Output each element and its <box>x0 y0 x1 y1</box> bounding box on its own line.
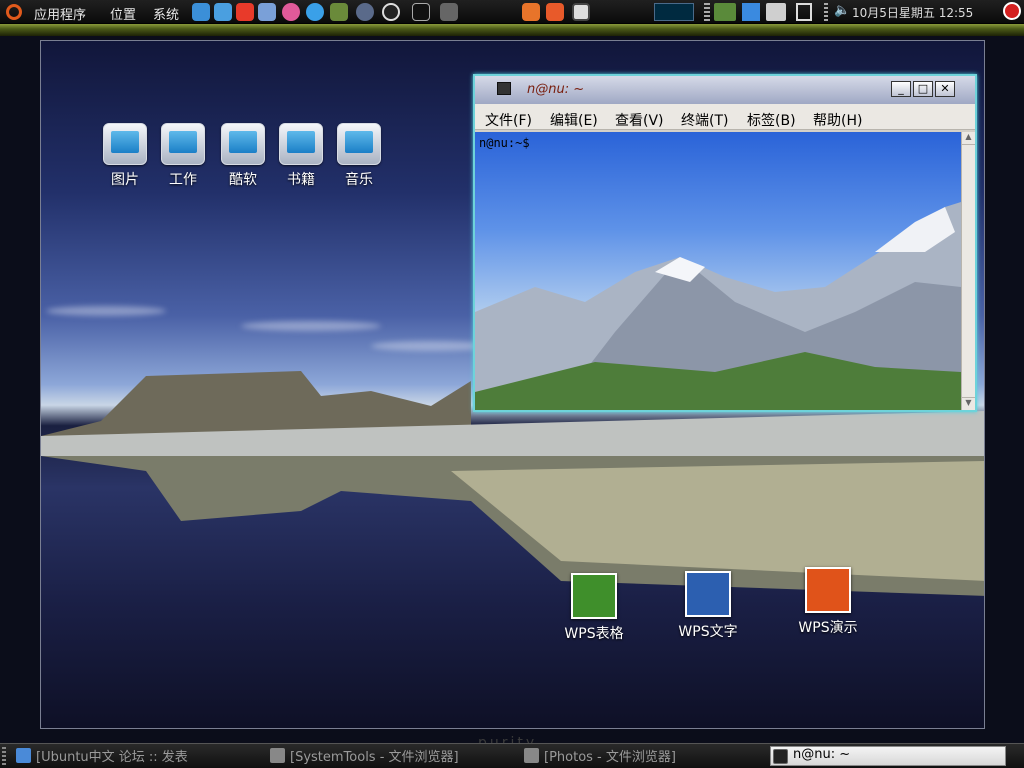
taskbar-item-forum[interactable]: [Ubuntu中文 论坛 :: 发表 <box>14 746 252 766</box>
terminal-window[interactable]: n@nu: ~ _ □ ✕ 文件(F) 编辑(E) 查看(V) 终端(T) 标签… <box>473 74 977 412</box>
menu-view[interactable]: 查看(V) <box>615 110 664 130</box>
wps-writer-shortcut[interactable]: WPS文字 <box>663 571 753 641</box>
folder-icon <box>221 123 265 165</box>
folder-software[interactable]: 酷软 <box>213 123 273 189</box>
top-panel: 应用程序 位置 系统 🔈 10月5日星期五 12:55 <box>0 0 1024 24</box>
shortcut-label: WPS演示 <box>798 620 858 636</box>
clock[interactable]: 10月5日星期五 12:55 <box>852 4 973 21</box>
show-desktop-icon[interactable] <box>796 3 812 21</box>
menu-terminal[interactable]: 终端(T) <box>681 110 728 130</box>
terminal-launcher-icon[interactable] <box>412 3 430 21</box>
window-title: n@nu: ~ <box>527 82 585 97</box>
taskbar-item-terminal[interactable]: n@nu: ~ <box>770 746 1006 766</box>
taskbar-item-label: [Photos - 文件浏览器] <box>544 750 676 765</box>
thunderbird-launcher-icon[interactable] <box>192 3 210 21</box>
menu-places[interactable]: 位置 <box>110 4 136 23</box>
wps-presentation-icon <box>805 567 851 613</box>
flag-icon[interactable] <box>742 3 760 21</box>
notes-launcher-icon[interactable] <box>522 3 540 21</box>
folder-pictures[interactable]: 图片 <box>95 123 155 189</box>
folder-label: 书籍 <box>287 172 315 188</box>
taskbar-item-label: [Ubuntu中文 论坛 :: 发表 <box>36 750 188 765</box>
menu-help[interactable]: 帮助(H) <box>813 110 862 130</box>
folder-work[interactable]: 工作 <box>153 123 213 189</box>
wps-presentation-shortcut[interactable]: WPS演示 <box>783 567 873 637</box>
taskbar-item-photos[interactable]: [Photos - 文件浏览器] <box>522 746 766 766</box>
cloud <box>46 306 166 316</box>
drag-handle-icon[interactable] <box>824 3 828 21</box>
maximize-button[interactable]: □ <box>913 81 933 97</box>
browser-icon <box>16 748 31 763</box>
menu-file[interactable]: 文件(F) <box>485 110 532 130</box>
folder-icon <box>103 123 147 165</box>
folder-icon <box>161 123 205 165</box>
shell-prompt: n@nu:~$ <box>479 136 530 150</box>
folder-launcher-icon[interactable] <box>546 3 564 21</box>
terminal-menubar: 文件(F) 编辑(E) 查看(V) 终端(T) 标签(B) 帮助(H) <box>475 104 975 130</box>
cloud <box>241 321 381 331</box>
search-launcher-icon[interactable] <box>382 3 400 21</box>
picasa-launcher-icon[interactable] <box>282 3 300 21</box>
qq-launcher-icon[interactable] <box>236 3 254 21</box>
browser-launcher-icon[interactable] <box>306 3 324 21</box>
menu-system[interactable]: 系统 <box>153 4 179 23</box>
wps-spreadsheet-icon <box>571 573 617 619</box>
camera-launcher-icon[interactable] <box>440 3 458 21</box>
scroll-up-arrow-icon[interactable]: ▲ <box>962 132 975 145</box>
folder-label: 图片 <box>111 172 139 188</box>
shortcut-label: WPS表格 <box>564 626 624 642</box>
close-button[interactable]: ✕ <box>935 81 955 97</box>
folder-books[interactable]: 书籍 <box>271 123 331 189</box>
ubuntu-logo-icon[interactable] <box>6 4 22 20</box>
map-icon[interactable] <box>714 3 736 21</box>
taskbar-item-label: n@nu: ~ <box>793 747 851 762</box>
scroll-down-arrow-icon[interactable]: ▼ <box>962 397 975 410</box>
menu-applications[interactable]: 应用程序 <box>34 4 86 23</box>
wps-writer-icon <box>685 571 731 617</box>
folder-label: 音乐 <box>345 172 373 188</box>
firefox-launcher-icon[interactable] <box>214 3 232 21</box>
minimize-button[interactable]: _ <box>891 81 911 97</box>
books-launcher-icon[interactable] <box>330 3 348 21</box>
power-icon[interactable] <box>1003 2 1021 20</box>
mountain-background <box>475 202 961 410</box>
bottom-panel: [Ubuntu中文 论坛 :: 发表 [SystemTools - 文件浏览器]… <box>0 743 1024 768</box>
wps-spreadsheet-shortcut[interactable]: WPS表格 <box>549 573 639 643</box>
panel-accent-bar <box>0 24 1024 36</box>
screenshot-launcher-icon[interactable] <box>572 3 590 21</box>
cube-launcher-icon[interactable] <box>258 3 276 21</box>
terminal-window-icon[interactable] <box>497 82 511 95</box>
taskbar-item-systemtools[interactable]: [SystemTools - 文件浏览器] <box>268 746 516 766</box>
taskbar-item-label: [SystemTools - 文件浏览器] <box>290 750 459 765</box>
folder-label: 工作 <box>169 172 197 188</box>
menu-tabs[interactable]: 标签(B) <box>747 110 796 130</box>
terminal-icon <box>773 749 788 764</box>
folder-music[interactable]: 音乐 <box>329 123 389 189</box>
system-monitor-icon[interactable] <box>654 3 694 21</box>
terminal-output[interactable]: n@nu:~$ <box>475 132 961 410</box>
terminal-scrollbar[interactable]: ▲ ▼ <box>961 132 975 410</box>
skype-launcher-icon[interactable] <box>356 3 374 21</box>
folder-label: 酷软 <box>229 172 257 188</box>
file-browser-icon <box>524 748 539 763</box>
folder-icon <box>337 123 381 165</box>
drag-handle-icon[interactable] <box>704 3 710 21</box>
file-browser-icon <box>270 748 285 763</box>
printer-icon[interactable] <box>766 3 786 21</box>
terminal-titlebar[interactable]: n@nu: ~ _ □ ✕ <box>475 76 975 104</box>
folder-icon <box>279 123 323 165</box>
drag-handle-icon[interactable] <box>2 747 6 765</box>
menu-edit[interactable]: 编辑(E) <box>550 110 598 130</box>
volume-icon[interactable]: 🔈 <box>834 3 850 21</box>
shortcut-label: WPS文字 <box>678 624 738 640</box>
